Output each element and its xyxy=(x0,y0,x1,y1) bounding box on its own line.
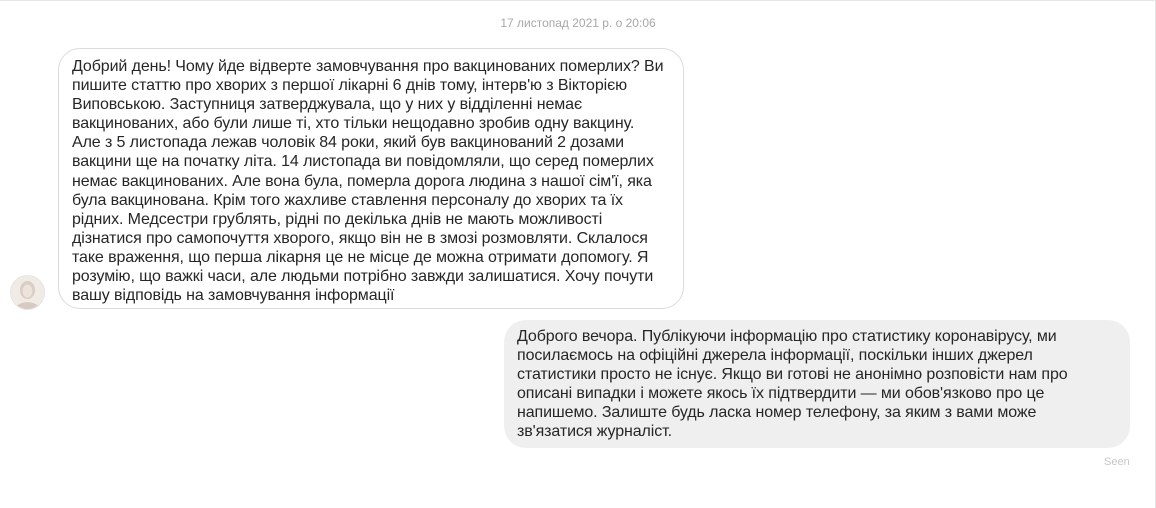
user-avatar-icon xyxy=(11,276,44,309)
top-divider xyxy=(0,0,1156,1)
message-timestamp: 17 листопад 2021 р. о 20:06 xyxy=(500,16,656,30)
incoming-message-bubble[interactable]: Добрий день! Чому йде відверте замовчува… xyxy=(58,48,684,309)
outgoing-message-bubble[interactable]: Доброго вечора. Публікуючи інформацію пр… xyxy=(504,320,1130,448)
seen-status: Seen xyxy=(1104,456,1130,468)
sender-avatar[interactable] xyxy=(10,275,45,310)
